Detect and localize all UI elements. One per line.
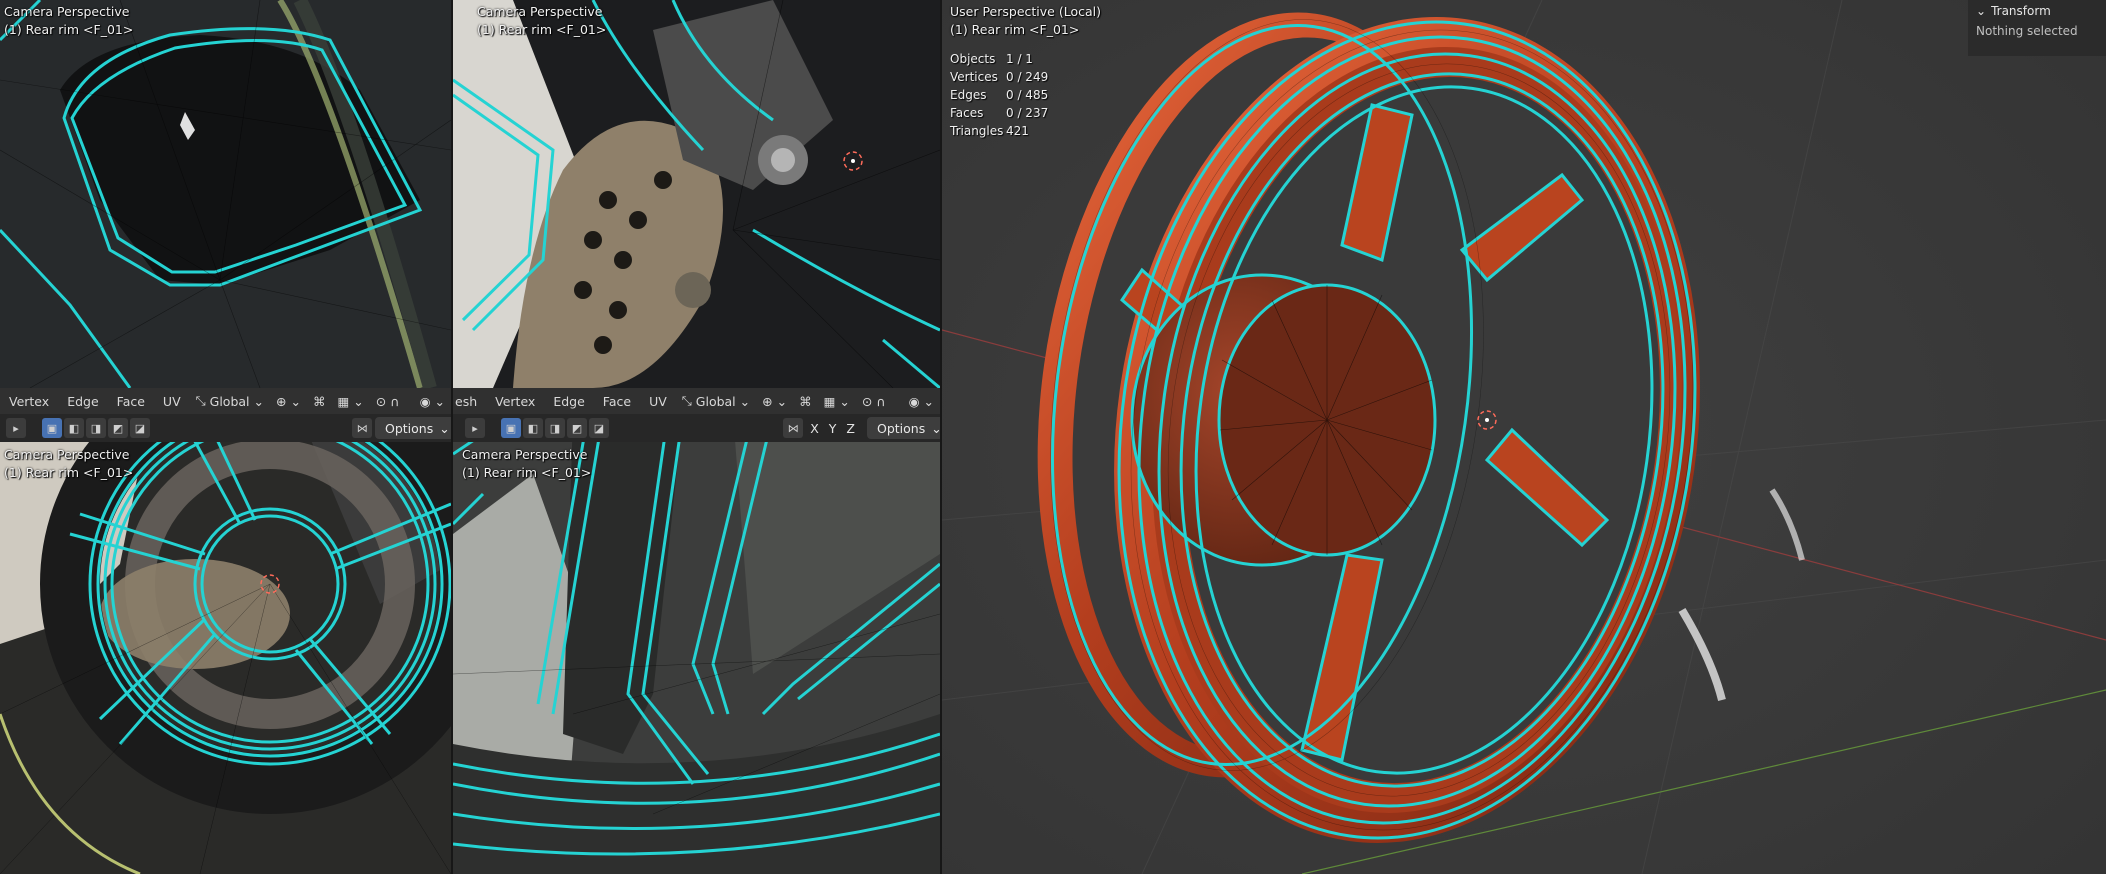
select-mode-intersect-icon[interactable]: ◪: [589, 418, 609, 438]
select-mode-intersect-icon[interactable]: ◪: [130, 418, 150, 438]
reference-photo-wire-overlay: [0, 414, 451, 874]
select-mode-subtract-icon[interactable]: ◨: [86, 418, 106, 438]
snap-icon: ⌘: [799, 393, 812, 409]
link-icon: ⊕: [276, 393, 287, 409]
viewport-title: Camera Perspective: [477, 4, 603, 19]
visibility-icon: ◉: [908, 393, 920, 409]
reference-photo-wire-overlay: [453, 0, 940, 388]
mirror-x-toggle[interactable]: X: [805, 421, 824, 436]
chevron-down-icon: ⌄: [353, 393, 364, 409]
menu-edge[interactable]: Edge: [544, 394, 593, 409]
select-mode-invert-icon[interactable]: ◩: [108, 418, 128, 438]
viewport-main-3d[interactable]: User Perspective (Local) (1) Rear rim <F…: [942, 0, 2106, 874]
snap-icon: ⌘: [312, 393, 326, 409]
grid-icon: ▦: [823, 393, 836, 409]
stat-row-faces: Faces 0 / 237: [950, 106, 1049, 120]
visibility-icon: ◉: [419, 393, 431, 409]
viewport-title: Camera Perspective: [462, 447, 588, 462]
link-icon: ⊕: [762, 393, 773, 409]
menu-mesh[interactable]: esh: [453, 394, 486, 409]
chevron-down-icon: ⌄: [434, 393, 445, 409]
menu-face[interactable]: Face: [108, 394, 154, 409]
mirror-y-toggle[interactable]: Y: [824, 421, 842, 436]
orientation-dropdown[interactable]: ⤡ Global ⌄: [676, 393, 756, 409]
viewport-object-name: (1) Rear rim <F_01>: [4, 22, 134, 37]
chevron-down-icon: ⌄: [1976, 4, 1987, 18]
wheel-rim-mesh: [942, 0, 2106, 874]
global-orientation-icon: ⤡: [681, 393, 692, 408]
n-panel-transform: ⌄ Transform Nothing selected: [1968, 0, 2106, 56]
active-tool-icon[interactable]: ▸: [6, 418, 26, 438]
chevron-down-icon: ⌄: [253, 393, 264, 409]
select-mode-subtract-icon[interactable]: ◨: [545, 418, 565, 438]
stat-row-vertices: Vertices 0 / 249: [950, 70, 1049, 84]
viewport-bottom-mid[interactable]: ▸ ▣ ◧ ◨ ◩ ◪ ⋈ X Y Z Options ⌄ Camera Per…: [453, 414, 940, 874]
reference-photo-wire-overlay: [453, 414, 940, 874]
viewport-top-mid[interactable]: Camera Perspective (1) Rear rim <F_01>: [453, 0, 940, 388]
mirror-z-toggle[interactable]: Z: [841, 421, 860, 436]
overlay-visibility-dropdown[interactable]: ◉ ⌄: [903, 394, 940, 409]
pivot-dropdown[interactable]: ⊕ ⌄: [270, 394, 307, 409]
stat-row-edges: Edges 0 / 485: [950, 88, 1049, 102]
proportional-edit-toggle[interactable]: ⊙ ∩: [370, 394, 406, 409]
menu-edge[interactable]: Edge: [58, 394, 107, 409]
chevron-down-icon: ⌄: [923, 393, 934, 409]
viewport-object-name: (1) Rear rim <F_01>: [4, 465, 134, 480]
scene-statistics: Objects 1 / 1 Vertices 0 / 249 Edges 0 / 48…: [950, 50, 1048, 140]
chevron-down-icon: ⌄: [439, 420, 450, 436]
select-mode-extend-icon[interactable]: ◧: [523, 418, 543, 438]
viewport-object-name: (1) Rear rim <F_01>: [477, 22, 607, 37]
select-mode-invert-icon[interactable]: ◩: [567, 418, 587, 438]
snap-toggle[interactable]: ⌘: [307, 394, 332, 409]
select-mode-extend-icon[interactable]: ◧: [64, 418, 84, 438]
chevron-down-icon: ⌄: [290, 393, 301, 409]
overlay-visibility-dropdown[interactable]: ◉ ⌄: [414, 394, 451, 409]
proportional-edit-icon: ⊙: [375, 393, 387, 409]
transform-panel-header[interactable]: ⌄ Transform: [1968, 0, 2106, 22]
menu-vertex[interactable]: Vertex: [0, 394, 58, 409]
snap-toggle[interactable]: ⌘: [793, 394, 818, 409]
menu-vertex[interactable]: Vertex: [486, 394, 544, 409]
chevron-down-icon: ⌄: [739, 393, 751, 409]
select-mode-new-icon[interactable]: ▣: [42, 418, 62, 438]
snap-grid-dropdown[interactable]: ▦ ⌄: [818, 394, 856, 409]
stat-row-objects: Objects 1 / 1: [950, 52, 1033, 66]
options-dropdown[interactable]: Options ⌄: [375, 417, 451, 439]
proportional-edit-icon: ⊙: [861, 393, 873, 409]
menu-uv[interactable]: UV: [640, 394, 676, 409]
viewport-top-left[interactable]: Camera Perspective (1) Rear rim <F_01>: [0, 0, 451, 388]
chevron-down-icon: ⌄: [776, 393, 788, 409]
viewport-title: Camera Perspective: [4, 4, 130, 19]
stat-row-triangles: Triangles 421: [950, 124, 1029, 138]
x-mirror-icon[interactable]: ⋈: [352, 418, 373, 438]
viewport-bottom-left[interactable]: ▸ ▣ ◧ ◨ ◩ ◪ ⋈ X Y Z ⧉ Options ⌄ Camera P…: [0, 414, 451, 874]
viewport-object-name: (1) Rear rim <F_01>: [462, 465, 592, 480]
menu-face[interactable]: Face: [594, 394, 640, 409]
chevron-down-icon: ⌄: [839, 393, 850, 409]
global-orientation-icon: ⤡: [195, 393, 206, 408]
proportional-edit-toggle[interactable]: ⊙ ∩: [856, 394, 892, 409]
viewport-object-name: (1) Rear rim <F_01>: [950, 22, 1080, 37]
menu-uv[interactable]: UV: [154, 394, 190, 409]
area-divider[interactable]: [940, 0, 942, 874]
viewport-header-mid: esh Vertex Edge Face UV ⤡ Global ⌄ ⊕ ⌄ ⌘ …: [453, 388, 940, 414]
viewport-title: User Perspective (Local): [950, 4, 1101, 19]
reference-photo-wire-overlay: [0, 0, 451, 388]
grid-icon: ▦: [337, 393, 350, 409]
orientation-dropdown[interactable]: ⤡ Global ⌄: [190, 393, 270, 409]
snap-grid-dropdown[interactable]: ▦ ⌄: [331, 394, 369, 409]
area-divider[interactable]: [451, 0, 453, 874]
viewport-header-left: Vertex Edge Face UV ⤡ Global ⌄ ⊕ ⌄ ⌘ ▦ ⌄ ⊙…: [0, 388, 451, 414]
pivot-dropdown[interactable]: ⊕ ⌄: [756, 394, 793, 409]
options-dropdown[interactable]: Options ⌄: [867, 417, 940, 439]
nothing-selected-label: Nothing selected: [1976, 24, 2078, 38]
select-mode-new-icon[interactable]: ▣: [501, 418, 521, 438]
chevron-down-icon: ⌄: [931, 420, 940, 436]
viewport-title: Camera Perspective: [4, 447, 130, 462]
active-tool-icon[interactable]: ▸: [465, 418, 485, 438]
x-mirror-icon[interactable]: ⋈: [783, 418, 804, 438]
